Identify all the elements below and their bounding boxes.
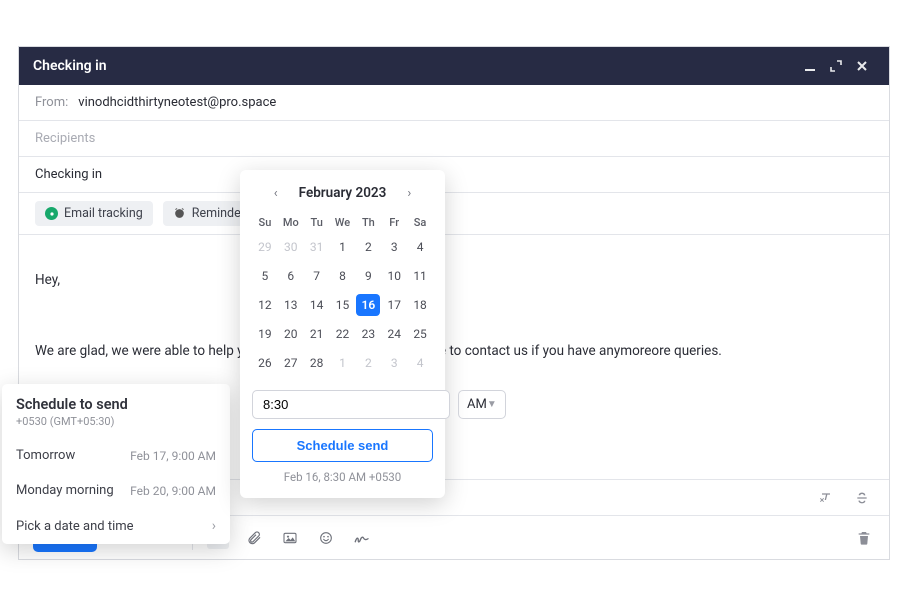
calendar-dow: Sa (407, 216, 433, 229)
schedule-item-monday[interactable]: Monday morning Feb 20, 9:00 AM (2, 473, 230, 508)
calendar-day[interactable]: 1 (330, 352, 354, 374)
from-row[interactable]: From: vinodhcidthirtyneotest@pro.space (19, 85, 889, 121)
calendar-day[interactable]: 5 (253, 265, 277, 287)
calendar-day[interactable]: 10 (382, 265, 406, 287)
chevron-right-icon: › (212, 518, 216, 534)
image-icon[interactable] (279, 527, 301, 549)
subject-field[interactable]: Checking in (19, 157, 889, 193)
schedule-item-pick[interactable]: Pick a date and time › (2, 508, 230, 544)
calendar-day[interactable]: 12 (253, 294, 277, 316)
schedule-item-label: Pick a date and time (16, 519, 134, 534)
calendar-day[interactable]: 17 (382, 294, 406, 316)
calendar-header: ‹ February 2023 › (252, 184, 433, 202)
calendar-day[interactable]: 8 (330, 265, 354, 287)
calendar-day[interactable]: 6 (279, 265, 303, 287)
alarm-icon (173, 207, 186, 220)
schedule-item-sub: Feb 20, 9:00 AM (130, 484, 216, 498)
calendar-dow: Tu (304, 216, 330, 229)
calendar-day[interactable]: 23 (356, 323, 380, 345)
calendar-day[interactable]: 15 (330, 294, 354, 316)
schedule-popup: Schedule to send +0530 (GMT+05:30) Tomor… (2, 384, 230, 544)
calendar-day[interactable]: 26 (253, 352, 277, 374)
schedule-title: Schedule to send (16, 396, 216, 413)
clear-format-icon[interactable] (815, 487, 837, 509)
ampm-value: AM (467, 397, 487, 412)
schedule-item-sub: Feb 17, 9:00 AM (130, 449, 216, 463)
calendar-day[interactable]: 20 (279, 323, 303, 345)
calendar-day[interactable]: 30 (279, 236, 303, 258)
calendar-day[interactable]: 3 (382, 352, 406, 374)
calendar-day[interactable]: 3 (382, 236, 406, 258)
calendar-day[interactable]: 28 (305, 352, 329, 374)
close-icon[interactable] (849, 53, 875, 79)
schedule-item-tomorrow[interactable]: Tomorrow Feb 17, 9:00 AM (2, 438, 230, 473)
emoji-icon[interactable] (315, 527, 337, 549)
calendar-dow: Su (252, 216, 278, 229)
email-tracking-chip[interactable]: Email tracking (35, 201, 153, 226)
calendar-dow: Fr (381, 216, 407, 229)
schedule-popup-header: Schedule to send +0530 (GMT+05:30) (2, 384, 230, 438)
calendar-dow: Mo (278, 216, 304, 229)
recipients-placeholder: Recipients (35, 131, 95, 146)
calendar-footer: Feb 16, 8:30 AM +0530 (252, 470, 433, 484)
calendar-day[interactable]: 29 (253, 236, 277, 258)
attach-icon[interactable] (243, 527, 265, 549)
calendar-day[interactable]: 4 (408, 236, 432, 258)
from-value: vinodhcidthirtyneotest@pro.space (78, 95, 276, 110)
calendar-day[interactable]: 14 (305, 294, 329, 316)
option-chip-row: Email tracking Reminder (19, 193, 889, 235)
calendar-prev-icon[interactable]: ‹ (267, 184, 285, 202)
time-row: AM ▼ (252, 390, 433, 419)
schedule-send-button[interactable]: Schedule send (252, 429, 433, 462)
calendar-dow: Th (355, 216, 381, 229)
schedule-item-label: Monday morning (16, 483, 114, 498)
strikethrough-icon[interactable] (851, 487, 873, 509)
subject-value: Checking in (35, 167, 102, 182)
tracking-label: Email tracking (64, 206, 143, 221)
calendar-day[interactable]: 18 (408, 294, 432, 316)
calendar-day[interactable]: 11 (408, 265, 432, 287)
calendar-day[interactable]: 13 (279, 294, 303, 316)
calendar-day[interactable]: 27 (279, 352, 303, 374)
calendar-day[interactable]: 2 (356, 352, 380, 374)
time-input[interactable] (252, 390, 450, 419)
calendar-day[interactable]: 16 (356, 294, 380, 316)
body-line1: We are glad, we were able to help you re… (35, 341, 873, 362)
calendar-day[interactable]: 22 (330, 323, 354, 345)
calendar-day[interactable]: 9 (356, 265, 380, 287)
body-greeting: Hey, (35, 270, 873, 291)
calendar-day[interactable]: 31 (305, 236, 329, 258)
window-header: Checking in (19, 47, 889, 85)
calendar-day[interactable]: 19 (253, 323, 277, 345)
caret-down-icon: ▼ (487, 399, 497, 410)
calendar-day[interactable]: 24 (382, 323, 406, 345)
calendar-grid: SuMoTuWeThFrSa29303112345678910111213141… (252, 216, 433, 374)
ampm-select[interactable]: AM ▼ (458, 390, 506, 419)
signature-icon[interactable] (351, 527, 373, 549)
calendar-day[interactable]: 21 (305, 323, 329, 345)
expand-icon[interactable] (823, 53, 849, 79)
minimize-icon[interactable] (797, 53, 823, 79)
calendar-day[interactable]: 7 (305, 265, 329, 287)
calendar-dow: We (330, 216, 356, 229)
schedule-tz: +0530 (GMT+05:30) (16, 415, 216, 428)
recipients-field[interactable]: Recipients (19, 121, 889, 157)
trash-icon[interactable] (853, 527, 875, 549)
calendar-day[interactable]: 25 (408, 323, 432, 345)
from-label: From: (35, 95, 68, 110)
reminder-label: Reminder (192, 206, 245, 221)
tracking-dot-icon (45, 207, 58, 220)
calendar-day[interactable]: 1 (330, 236, 354, 258)
calendar-day[interactable]: 4 (408, 352, 432, 374)
calendar-next-icon[interactable]: › (400, 184, 418, 202)
calendar-day[interactable]: 2 (356, 236, 380, 258)
window-title: Checking in (33, 58, 107, 74)
calendar-month-label: February 2023 (299, 185, 387, 201)
schedule-item-label: Tomorrow (16, 448, 75, 463)
calendar-popup: ‹ February 2023 › SuMoTuWeThFrSa29303112… (240, 170, 445, 498)
